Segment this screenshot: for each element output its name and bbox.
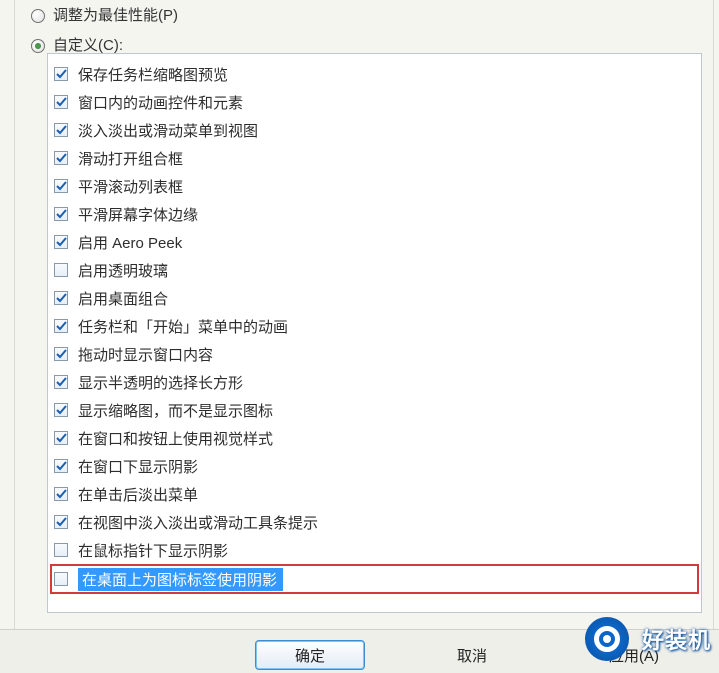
list-item[interactable]: 任务栏和「开始」菜单中的动画 [54,312,697,340]
list-item[interactable]: 在单击后淡出菜单 [54,480,697,508]
list-item[interactable]: 显示缩略图，而不是显示图标 [54,396,697,424]
list-item[interactable]: 启用透明玻璃 [54,256,697,284]
checkbox-icon[interactable] [54,375,68,389]
checkbox-icon[interactable] [54,347,68,361]
list-item[interactable]: 保存任务栏缩略图预览 [54,60,697,88]
list-item-label: 启用 Aero Peek [78,232,182,253]
list-item-label: 在桌面上为图标标签使用阴影 [82,569,277,590]
checkbox-icon[interactable] [54,459,68,473]
checkbox-icon[interactable] [54,291,68,305]
list-item-label: 在鼠标指针下显示阴影 [78,540,228,561]
list-item[interactable]: 淡入淡出或滑动菜单到视图 [54,116,697,144]
settings-panel: 调整为最佳性能(P) 自定义(C): 保存任务栏缩略图预览窗口内的动画控件和元素… [14,0,714,668]
checkbox-icon[interactable] [54,319,68,333]
watermark-text: 好装机 [642,623,711,655]
watermark-logo-icon [585,617,629,661]
list-item-label: 淡入淡出或滑动菜单到视图 [78,120,258,141]
list-item[interactable]: 拖动时显示窗口内容 [54,340,697,368]
checkbox-icon[interactable] [54,263,68,277]
checkbox-icon[interactable] [54,431,68,445]
list-item-label: 在窗口和按钮上使用视觉样式 [78,428,273,449]
list-item[interactable]: 启用 Aero Peek [54,228,697,256]
list-item[interactable]: 在视图中淡入淡出或滑动工具条提示 [54,508,697,536]
radio-icon [31,9,45,23]
list-item-label: 显示半透明的选择长方形 [78,372,243,393]
list-item-label: 平滑滚动列表框 [78,176,183,197]
checkbox-icon[interactable] [54,207,68,221]
radio-icon [31,39,45,53]
checkbox-icon[interactable] [54,179,68,193]
radio-selected-dot [35,43,41,49]
checkbox-icon[interactable] [54,235,68,249]
list-item[interactable]: 在鼠标指针下显示阴影 [54,536,697,564]
list-item-label: 显示缩略图，而不是显示图标 [78,400,273,421]
radio-best-performance[interactable]: 调整为最佳性能(P) [15,1,713,31]
visual-effects-list[interactable]: 保存任务栏缩略图预览窗口内的动画控件和元素淡入淡出或滑动菜单到视图滑动打开组合框… [47,53,702,613]
cancel-button[interactable]: 取消 [417,640,527,670]
list-item-selection: 在桌面上为图标标签使用阴影 [78,568,283,591]
checkbox-icon[interactable] [54,403,68,417]
list-item-label: 在单击后淡出菜单 [78,484,198,505]
checkbox-icon[interactable] [54,487,68,501]
list-item[interactable]: 在窗口下显示阴影 [54,452,697,480]
list-item-highlighted[interactable]: 在桌面上为图标标签使用阴影 [50,564,699,594]
radio-label: 调整为最佳性能(P) [53,5,178,27]
list-item[interactable]: 在窗口和按钮上使用视觉样式 [54,424,697,452]
list-item[interactable]: 平滑屏幕字体边缘 [54,200,697,228]
checkbox-icon[interactable] [54,123,68,137]
ok-button[interactable]: 确定 [255,640,365,670]
list-item-label: 在视图中淡入淡出或滑动工具条提示 [78,512,318,533]
checkbox-icon[interactable] [54,515,68,529]
list-item-label: 拖动时显示窗口内容 [78,344,213,365]
list-item-label: 保存任务栏缩略图预览 [78,64,228,85]
list-item-label: 启用透明玻璃 [78,260,168,281]
list-item-label: 启用桌面组合 [78,288,168,309]
checkbox-icon[interactable] [54,543,68,557]
list-item-label: 在窗口下显示阴影 [78,456,198,477]
list-item[interactable]: 启用桌面组合 [54,284,697,312]
checkbox-icon[interactable] [54,95,68,109]
list-item-label: 平滑屏幕字体边缘 [78,204,198,225]
list-item[interactable]: 平滑滚动列表框 [54,172,697,200]
checkbox-icon[interactable] [54,67,68,81]
checkbox-icon[interactable] [54,572,68,586]
list-item-label: 任务栏和「开始」菜单中的动画 [78,316,288,337]
list-item[interactable]: 显示半透明的选择长方形 [54,368,697,396]
list-item[interactable]: 滑动打开组合框 [54,144,697,172]
checkbox-icon[interactable] [54,151,68,165]
list-item-label: 滑动打开组合框 [78,148,183,169]
list-item[interactable]: 窗口内的动画控件和元素 [54,88,697,116]
list-item-label: 窗口内的动画控件和元素 [78,92,243,113]
